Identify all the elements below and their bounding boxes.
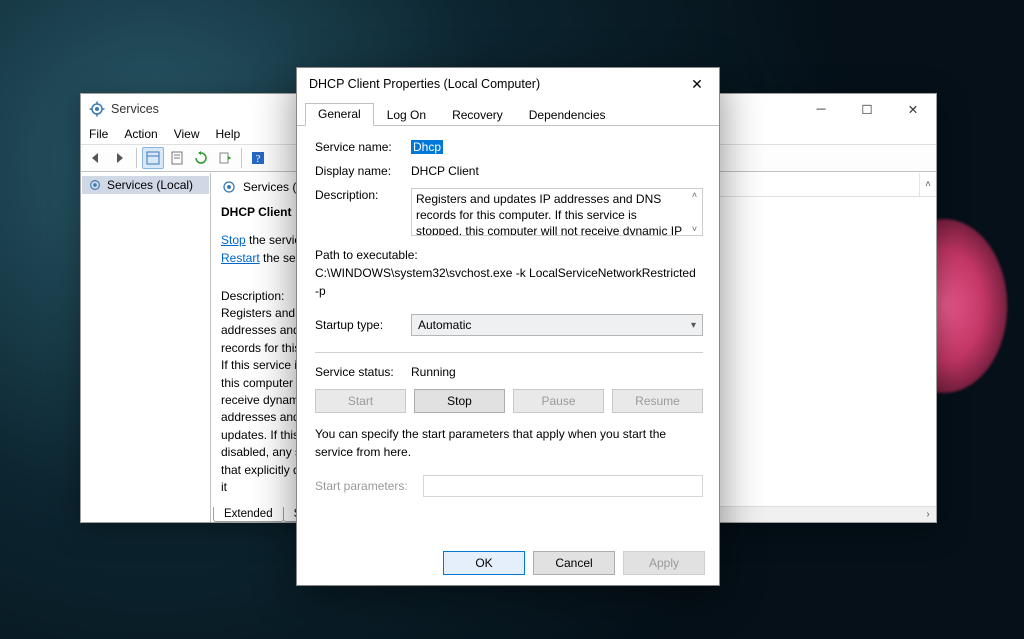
dialog-titlebar[interactable]: DHCP Client Properties (Local Computer) … xyxy=(297,68,719,100)
toolbar-separator-2 xyxy=(241,148,242,168)
start-button: Start xyxy=(315,389,406,413)
value-service-name[interactable]: Dhcp xyxy=(411,140,443,154)
dialog-action-buttons: OK Cancel Apply xyxy=(443,551,705,575)
back-button[interactable] xyxy=(85,147,107,169)
tab-extended[interactable]: Extended xyxy=(213,507,284,522)
menu-file[interactable]: File xyxy=(89,127,108,141)
close-button[interactable]: ✕ xyxy=(890,94,936,124)
label-service-status: Service status: xyxy=(315,365,411,379)
tab-logon[interactable]: Log On xyxy=(374,104,439,126)
desc-scroll-down-icon[interactable]: ˅ xyxy=(687,223,702,235)
desc-scroll-up-icon[interactable]: ˄ xyxy=(687,189,702,201)
scroll-up-icon[interactable]: ˄ xyxy=(920,179,936,190)
menu-action[interactable]: Action xyxy=(124,127,157,141)
restart-service-link[interactable]: Restart xyxy=(221,251,260,265)
stop-button[interactable]: Stop xyxy=(414,389,505,413)
chevron-down-icon: ▾ xyxy=(691,320,696,331)
label-path: Path to executable: xyxy=(315,246,703,264)
dialog-body: Service name: Dhcp Display name: DHCP Cl… xyxy=(297,126,719,505)
value-path: C:\WINDOWS\system32\svchost.exe -k Local… xyxy=(315,264,703,300)
menu-view[interactable]: View xyxy=(174,127,200,141)
gear-icon xyxy=(88,178,102,192)
properties-dialog: DHCP Client Properties (Local Computer) … xyxy=(296,67,720,586)
tab-dependencies[interactable]: Dependencies xyxy=(516,104,619,126)
start-params-input xyxy=(423,475,703,497)
dialog-title: DHCP Client Properties (Local Computer) xyxy=(309,77,675,91)
label-startup-type: Startup type: xyxy=(315,318,411,332)
toolbar-refresh-icon[interactable] xyxy=(190,147,212,169)
resume-button: Resume xyxy=(612,389,703,413)
toolbar-separator xyxy=(136,148,137,168)
stop-service-link[interactable]: Stop xyxy=(221,233,246,247)
dialog-tabs: General Log On Recovery Dependencies xyxy=(297,102,719,126)
value-service-status: Running xyxy=(411,365,703,379)
menu-help[interactable]: Help xyxy=(216,127,241,141)
svg-text:?: ? xyxy=(256,153,261,165)
label-service-name: Service name: xyxy=(315,140,411,154)
label-description: Description: xyxy=(315,188,411,202)
ok-button[interactable]: OK xyxy=(443,551,525,575)
cancel-button[interactable]: Cancel xyxy=(533,551,615,575)
separator xyxy=(315,352,703,353)
tree-pane[interactable]: Services (Local) xyxy=(81,173,211,522)
maximize-button[interactable]: ☐ xyxy=(844,94,890,124)
toolbar-export-icon[interactable] xyxy=(214,147,236,169)
tree-root-label: Services (Local) xyxy=(107,178,193,192)
startup-type-value: Automatic xyxy=(418,318,471,332)
toolbar-help-icon[interactable]: ? xyxy=(247,147,269,169)
tree-root-services-local[interactable]: Services (Local) xyxy=(82,176,209,194)
restart-suffix: the se xyxy=(260,251,296,265)
label-start-params: Start parameters: xyxy=(315,479,411,493)
label-display-name: Display name: xyxy=(315,164,411,178)
startup-type-combo[interactable]: Automatic ▾ xyxy=(411,314,703,336)
services-app-icon xyxy=(89,101,105,117)
apply-button: Apply xyxy=(623,551,705,575)
gear-icon xyxy=(221,179,237,195)
tab-general[interactable]: General xyxy=(305,103,374,126)
description-value: Registers and updates IP addresses and D… xyxy=(416,192,682,236)
minimize-button[interactable]: ─ xyxy=(798,94,844,124)
tab-recovery[interactable]: Recovery xyxy=(439,104,516,126)
dialog-close-button[interactable]: ✕ xyxy=(675,68,719,100)
description-box[interactable]: Registers and updates IP addresses and D… xyxy=(411,188,703,236)
toolbar-details-icon[interactable] xyxy=(142,147,164,169)
start-params-hint: You can specify the start parameters tha… xyxy=(315,425,703,461)
scroll-right-icon[interactable]: › xyxy=(920,507,936,523)
forward-button[interactable] xyxy=(109,147,131,169)
value-display-name: DHCP Client xyxy=(411,164,703,178)
pause-button: Pause xyxy=(513,389,604,413)
toolbar-properties-icon[interactable] xyxy=(166,147,188,169)
